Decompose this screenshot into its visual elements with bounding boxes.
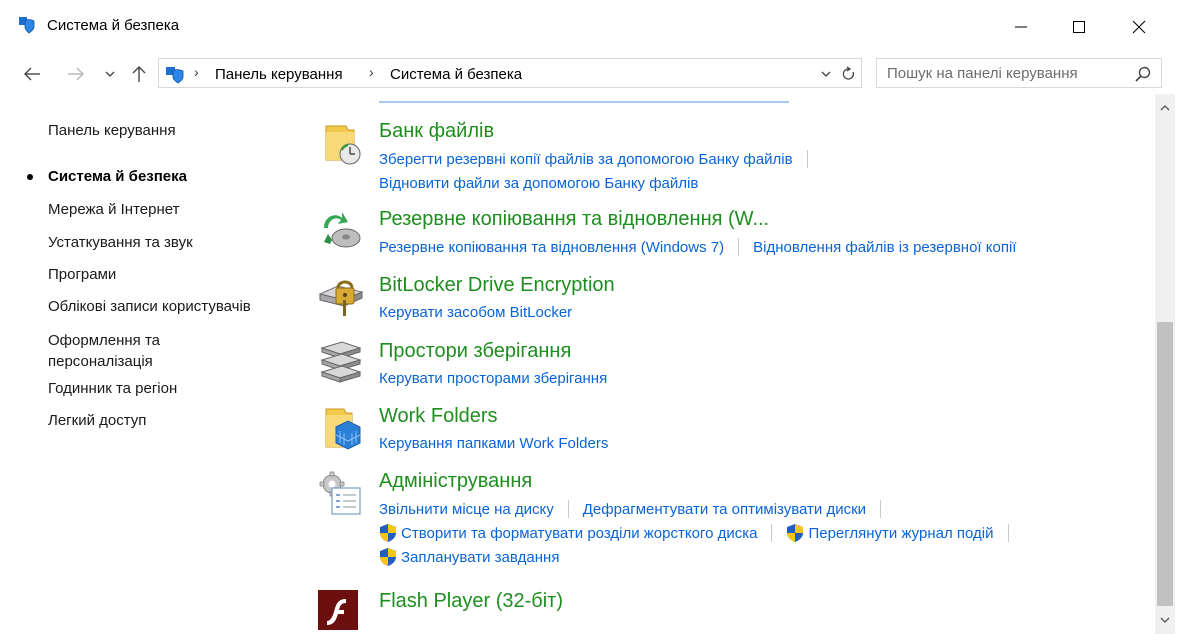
bitlocker-icon [318, 274, 364, 320]
window-title: Система й безпека [47, 17, 180, 34]
restore-files-link[interactable]: Відновити файли за допомогою Банку файлі… [379, 175, 698, 192]
up-button[interactable] [126, 54, 152, 94]
category-title[interactable]: Резервне копіювання та відновлення (W... [379, 208, 769, 231]
arrow-right-icon [68, 67, 84, 81]
link-row: Керування папками Work Folders [379, 435, 608, 452]
category-flash-player: Flash Player (32-біт) [300, 590, 1155, 634]
breadcrumb-control-panel[interactable]: Панель керування [215, 66, 343, 83]
uac-shield-icon [380, 524, 396, 542]
chevron-down-icon [1160, 617, 1170, 623]
search-icon[interactable] [1135, 66, 1151, 82]
breadcrumb-separator: › [369, 64, 374, 80]
search-box[interactable] [876, 58, 1162, 88]
link-divider [567, 500, 569, 518]
sidebar-item-appearance[interactable]: Оформлення та персоналізація [48, 330, 208, 372]
storage-spaces-icon [318, 340, 364, 386]
category-work-folders: Work Folders Керування папками Work Fold… [300, 405, 1155, 461]
sidebar-item-hardware-sound[interactable]: Устаткування та звук [48, 232, 193, 253]
work-folders-icon [318, 405, 364, 451]
backup-restore-windows7-link[interactable]: Резервне копіювання та відновлення (Wind… [379, 239, 724, 256]
back-button[interactable] [18, 54, 46, 94]
scroll-thumb[interactable] [1157, 322, 1173, 606]
category-title[interactable]: Work Folders [379, 405, 498, 428]
schedule-tasks-link[interactable]: Запланувати завдання [401, 549, 559, 566]
control-panel-icon [163, 63, 185, 85]
link-row: Резервне копіювання та відновлення (Wind… [379, 238, 1016, 256]
category-title[interactable]: BitLocker Drive Encryption [379, 274, 615, 297]
link-row: Створити та форматувати розділи жорстког… [379, 523, 1023, 543]
scroll-up-button[interactable] [1155, 98, 1175, 118]
chevron-down-icon [821, 71, 831, 77]
sidebar-item-control-panel-home[interactable]: Панель керування [48, 120, 176, 141]
manage-bitlocker-link[interactable]: Керувати засобом BitLocker [379, 304, 572, 321]
chevron-up-icon [1160, 105, 1170, 111]
link-row: Керувати просторами зберігання [379, 370, 607, 387]
restore-from-backup-link[interactable]: Відновлення файлів із резервної копії [753, 239, 1016, 256]
link-row: Зберегти резервні копії файлів за допомо… [379, 150, 822, 168]
forward-button[interactable] [62, 54, 90, 94]
manage-storage-spaces-link[interactable]: Керувати просторами зберігання [379, 370, 607, 387]
disk-cleanup-link[interactable]: Звільнити місце на диску [379, 501, 554, 518]
link-row: Запланувати завдання [379, 547, 559, 567]
backup-files-link[interactable]: Зберегти резервні копії файлів за допомо… [379, 151, 793, 168]
defragment-link[interactable]: Дефрагментувати та оптимізувати диски [583, 501, 866, 518]
backup-restore-icon [318, 208, 364, 254]
vertical-scrollbar[interactable] [1155, 94, 1175, 634]
link-divider [771, 524, 773, 542]
link-row: Звільнити місце на диску Дефрагментувати… [379, 500, 895, 518]
sidebar-item-system-security[interactable]: Система й безпека [48, 166, 187, 187]
breadcrumb-system-security[interactable]: Система й безпека [390, 66, 522, 83]
scroll-down-button[interactable] [1155, 610, 1175, 630]
manage-work-folders-link[interactable]: Керування папками Work Folders [379, 435, 608, 452]
uac-shield-icon [787, 524, 804, 542]
file-history-icon [318, 120, 364, 166]
view-event-logs-link[interactable]: Переглянути журнал подій [808, 525, 993, 542]
category-title[interactable]: Банк файлів [379, 120, 494, 143]
link-row: Керувати засобом BitLocker [379, 304, 572, 321]
uac-shield-icon [380, 548, 396, 566]
close-button[interactable] [1110, 0, 1168, 54]
arrow-up-icon [132, 66, 146, 82]
category-title[interactable]: Flash Player (32-біт) [379, 590, 563, 613]
recent-locations-button[interactable] [100, 54, 120, 94]
left-navigation-pane: Панель керування Система й безпека Мереж… [0, 94, 300, 634]
category-administrative-tools: Адміністрування Звільнити місце на диску… [300, 470, 1155, 574]
sidebar-item-user-accounts[interactable]: Облікові записи користувачів [48, 296, 251, 317]
maximize-button[interactable] [1050, 0, 1108, 54]
flash-player-icon [318, 590, 364, 634]
title-bar: Система й безпека [0, 0, 1182, 54]
sidebar-item-programs[interactable]: Програми [48, 264, 116, 285]
main-content: Банк файлів Зберегти резервні копії файл… [300, 94, 1155, 634]
sidebar-item-ease-of-access[interactable]: Легкий доступ [48, 410, 146, 431]
active-item-bullet [27, 174, 33, 180]
breadcrumb-separator: › [194, 64, 199, 80]
chevron-down-icon [105, 71, 115, 77]
link-row: Відновити файли за допомогою Банку файлі… [379, 175, 698, 192]
control-panel-shield-icon [16, 14, 36, 34]
category-backup-restore: Резервне копіювання та відновлення (W...… [300, 208, 1155, 264]
minimize-button[interactable] [992, 0, 1050, 54]
link-divider [880, 500, 882, 518]
sidebar-item-network-internet[interactable]: Мережа й Інтернет [48, 199, 179, 220]
admin-tools-icon [318, 470, 364, 516]
sidebar-item-clock-region[interactable]: Годинник та регіон [48, 378, 177, 399]
create-format-partitions-link[interactable]: Створити та форматувати розділи жорстког… [401, 525, 757, 542]
link-divider [1007, 524, 1009, 542]
navigation-bar: › Панель керування › Система й безпека [0, 54, 1182, 94]
category-title[interactable]: Простори зберігання [379, 340, 571, 363]
link-divider [806, 150, 808, 168]
address-bar[interactable]: › Панель керування › Система й безпека [158, 58, 862, 88]
link-divider [738, 238, 740, 256]
category-storage-spaces: Простори зберігання Керувати просторами … [300, 340, 1155, 396]
clipped-link-above [379, 96, 789, 107]
category-bitlocker: BitLocker Drive Encryption Керувати засо… [300, 274, 1155, 330]
search-input[interactable] [887, 65, 1127, 82]
refresh-button[interactable] [839, 64, 859, 84]
category-file-history: Банк файлів Зберегти резервні копії файл… [300, 120, 1155, 200]
refresh-icon [842, 66, 855, 80]
arrow-left-icon [24, 67, 40, 81]
address-history-button[interactable] [817, 65, 835, 83]
category-title[interactable]: Адміністрування [379, 470, 532, 493]
